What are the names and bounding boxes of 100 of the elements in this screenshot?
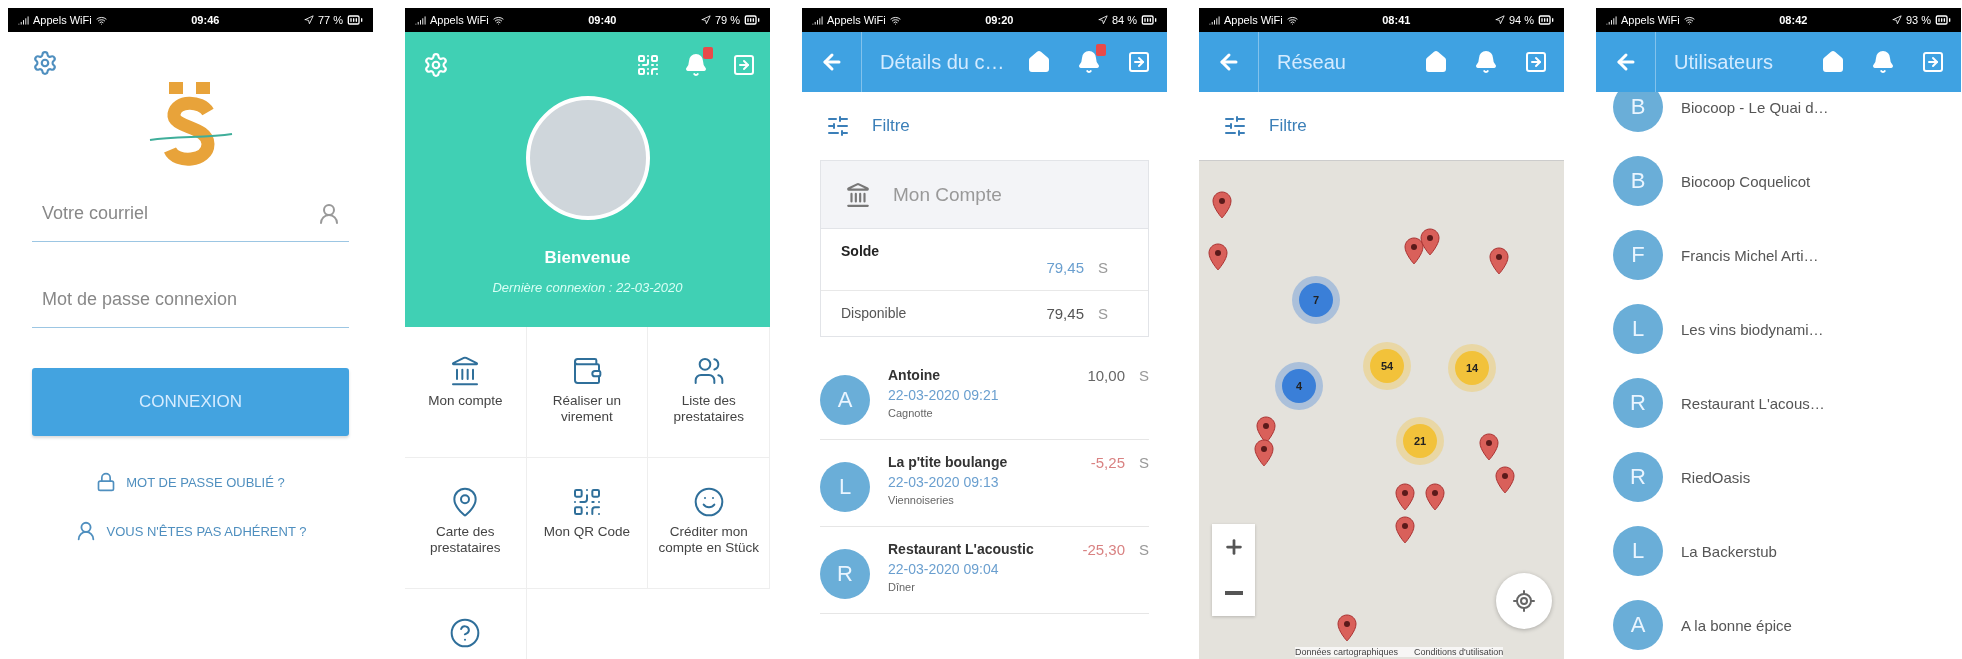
carrier-label: Appels WiFi [1224, 14, 1283, 26]
user-name[interactable]: La Backerstub [1681, 542, 1777, 560]
initial-avatar: F [1613, 230, 1663, 280]
map-pin-icon[interactable] [1479, 433, 1499, 461]
logout-button[interactable] [1524, 50, 1548, 74]
map-pin-icon[interactable] [1395, 516, 1415, 544]
map-pin-icon[interactable] [1212, 191, 1232, 219]
initial-avatar: B [1613, 156, 1663, 206]
location-arrow-icon [700, 15, 711, 25]
menu-tile[interactable]: Carte des prestataires [405, 458, 527, 589]
transaction-category: Dîner [888, 581, 916, 593]
payee-name: Restaurant L'acoustic [888, 541, 1035, 557]
settings-button[interactable] [32, 50, 58, 76]
password-field[interactable]: Mot de passe connexion [40, 288, 341, 311]
wifi-icon [889, 14, 901, 26]
transaction-amount: 10,00 S [1087, 367, 1149, 384]
carrier-label: Appels WiFi [33, 14, 92, 26]
map-attribution-link[interactable]: Conditions d'utilisation [1414, 647, 1504, 657]
map-pin-icon[interactable] [1489, 247, 1509, 275]
battery-icon [1141, 12, 1157, 28]
logout-button[interactable] [1127, 50, 1151, 74]
card-title: Mon Compte [893, 183, 1002, 206]
balance-label: Solde [841, 243, 881, 259]
transaction-amount: -25,30 S [1082, 541, 1149, 558]
menu-tile[interactable]: Mon compte [405, 327, 527, 458]
user-name[interactable]: Restaurant L'acous… [1681, 394, 1825, 412]
user-icon [317, 201, 341, 226]
map-attribution-link[interactable]: Données cartographiques [1295, 647, 1399, 657]
transaction-date: 22-03-2020 09:04 [888, 561, 1000, 577]
text-link[interactable]: MOT DE PASSE OUBLIÉ ? [24, 472, 357, 492]
map-pin-icon[interactable] [1425, 483, 1445, 511]
carrier-label: Appels WiFi [430, 14, 489, 26]
crosshair-icon [1512, 589, 1536, 613]
initial-avatar: R [1613, 378, 1663, 428]
initial-avatar: R [1613, 452, 1663, 502]
user-name[interactable]: Les vins biodynami… [1681, 320, 1824, 338]
battery-percent: 93 % [1905, 14, 1931, 26]
bell-icon [1077, 50, 1101, 74]
menu-tile[interactable]: Mon QR Code [526, 458, 649, 589]
initial-avatar: L [1613, 526, 1663, 576]
bank-icon [845, 181, 871, 208]
smiley-icon [692, 486, 725, 518]
user-name[interactable]: Francis Michel Arti… [1681, 246, 1819, 264]
battery-icon [1935, 12, 1951, 28]
notifications-button[interactable] [684, 47, 713, 77]
screen-title: Réseau [1276, 50, 1347, 74]
bell-icon [1474, 50, 1498, 74]
map-pin-icon[interactable] [1208, 243, 1228, 271]
home-button[interactable] [1027, 50, 1051, 74]
menu-tile[interactable]: Liste des prestataires [648, 327, 770, 458]
carrier-label: Appels WiFi [827, 14, 886, 26]
transaction-category: Cagnotte [888, 407, 934, 419]
signal-icon [1606, 14, 1617, 26]
clock-time: 08:42 [1779, 14, 1808, 26]
wifi-icon [1683, 14, 1695, 26]
transaction-category: Viennoiseries [888, 494, 955, 506]
balance-amount: 79,45 S [1045, 259, 1108, 276]
notifications-button[interactable] [1077, 44, 1106, 74]
home-button[interactable] [1821, 50, 1845, 74]
map-pin-icon[interactable] [1337, 614, 1357, 642]
menu-tile[interactable]: Réaliser un virement [526, 327, 649, 458]
wifi-icon [1286, 14, 1298, 26]
battery-icon [347, 12, 363, 28]
carrier-label: Appels WiFi [1621, 14, 1680, 26]
transaction-row[interactable]: L La p'tite boulange 22-03-2020 09:13 Viennoiseries -5,25 S [820, 440, 1149, 527]
initial-avatar: R [820, 549, 870, 599]
last-login-text: Dernière connexion : 22-03-2020 [492, 280, 683, 295]
user-name[interactable]: RiedOasis [1681, 468, 1751, 486]
clock-time: 09:20 [985, 14, 1014, 26]
map-pin-icon[interactable] [1395, 483, 1415, 511]
map-pin-icon[interactable] [1420, 228, 1440, 256]
user-name[interactable]: Biocoop - Le Quai d… [1681, 98, 1829, 116]
email-field[interactable]: Votre courriel [40, 202, 317, 225]
initial-avatar: L [1613, 304, 1663, 354]
initial-avatar: L [820, 462, 870, 512]
people-icon [692, 355, 725, 387]
zoom-in-button[interactable] [1212, 524, 1255, 570]
user-name[interactable]: Biocoop Coquelicot [1681, 172, 1811, 190]
text-link[interactable]: VOUS N'ÊTES PAS ADHÉRENT ? [24, 520, 357, 542]
balance-amount: 79,45 S [1046, 305, 1108, 322]
map-pin-icon[interactable] [1495, 466, 1515, 494]
transaction-amount: -5,25 S [1090, 454, 1149, 471]
transaction-row[interactable]: R Restaurant L'acoustic 22-03-2020 09:04 Dîner -25,30 S [820, 527, 1149, 614]
house-icon [1821, 50, 1845, 74]
menu-tile[interactable]: Créditer mon compte en Stück [648, 458, 770, 589]
clock-time: 08:41 [1382, 14, 1411, 26]
map-pin-icon[interactable] [1256, 416, 1276, 444]
map-pin-icon[interactable] [1254, 439, 1274, 467]
zoom-out-button[interactable] [1212, 570, 1255, 616]
transaction-date: 22-03-2020 09:21 [888, 387, 1000, 403]
settings-icon [423, 52, 449, 78]
wifi-icon [95, 14, 107, 26]
logout-button[interactable] [1921, 50, 1945, 74]
home-button[interactable] [1424, 50, 1448, 74]
user-name[interactable]: A la bonne épice [1681, 616, 1792, 634]
welcome-text: Bienvenue [544, 248, 631, 268]
transaction-row[interactable]: A Antoine 22-03-2020 09:21 Cagnotte 10,00 S [820, 353, 1149, 440]
wallet-icon [571, 355, 603, 387]
transaction-date: 22-03-2020 09:13 [888, 474, 1000, 490]
map-pin-icon[interactable] [1404, 237, 1424, 265]
